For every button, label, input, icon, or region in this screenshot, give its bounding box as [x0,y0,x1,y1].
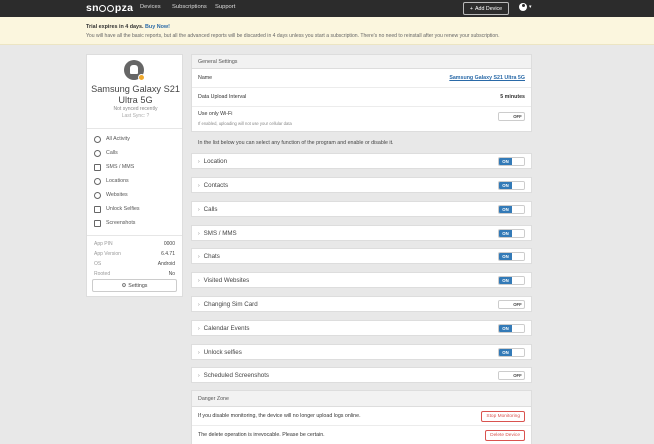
screenshots-toggle[interactable]: OFF [498,370,525,380]
info-row: Rooted No [94,271,175,277]
trial-banner: Trial expires in 4 days. Buy Now! You wi… [0,17,654,45]
trial-title: Trial expires in 4 days. [86,24,144,30]
feature-row-screenshots[interactable]: › Scheduled Screenshots OFF [191,367,532,383]
feature-row-contacts[interactable]: › Contacts ON [191,177,532,193]
globe-icon [94,191,101,199]
danger-zone-header: Danger Zone [192,391,531,407]
sync-status: Not synced recently [113,106,158,112]
add-device-label: Add Device [475,5,503,12]
sms-toggle[interactable]: ON [498,228,525,238]
gear-icon: ⚙ [121,282,127,289]
danger-zone: Danger Zone If you disable monitoring, t… [191,390,532,444]
wifi-only-row: Use only Wi-Fi If enabled, uploading wil… [192,107,531,131]
features-intro: In the list below you can select any fun… [198,140,394,146]
chevron-right-icon: › [198,372,200,379]
websites-toggle[interactable]: ON [498,275,525,285]
info-row: App PIN 0000 [94,241,175,247]
chats-toggle[interactable]: ON [498,251,525,261]
chevron-right-icon: › [198,182,200,189]
upload-interval-row: Data Upload Interval 5 minutes [192,88,531,107]
info-row: OS Android [94,261,175,267]
sidebar-item-unlock-selfies[interactable]: Unlock Selfies [87,202,182,216]
stop-monitoring-row: If you disable monitoring, the device wi… [192,407,531,426]
add-device-button[interactable]: + Add Device [463,2,509,15]
location-icon [94,177,101,185]
chevron-right-icon: › [198,230,200,237]
info-row: App Version 6.4.71 [94,251,175,257]
upload-interval-value[interactable]: 5 minutes [500,94,525,100]
location-toggle[interactable]: ON [498,156,525,166]
screen-icon [94,219,101,227]
chevron-right-icon: › [198,301,200,308]
calendar-toggle[interactable]: ON [498,323,525,333]
droid-shape [130,65,138,74]
buy-now-link[interactable]: Buy Now! [145,24,170,30]
delete-device-button[interactable]: Delete Device [485,429,525,441]
feature-row-chats[interactable]: › Chats ON [191,248,532,264]
contacts-toggle[interactable]: ON [498,180,525,190]
android-icon [124,60,145,81]
device-info: App PIN 0000 App Version 6.4.71 OS Android … [87,235,182,279]
chevron-right-icon: › [198,206,200,213]
general-settings-header: General Settings [192,55,531,69]
chevron-right-icon: › [198,277,200,284]
wifi-only-toggle[interactable]: OFF [498,112,525,121]
trial-message: You will have all the basic reports, but… [86,33,500,39]
nav-devices[interactable]: Devices [140,4,161,10]
chevron-right-icon: › [198,158,200,165]
general-settings-card: General Settings Name Samsung Galaxy S21… [191,54,532,132]
sidebar-item-all-activity[interactable]: All Activity [87,132,182,146]
nav-support[interactable]: Support [215,4,235,10]
message-icon [94,163,101,171]
unlock-selfies-toggle[interactable]: ON [498,347,525,357]
user-icon [519,3,527,11]
sidebar-item-locations[interactable]: Locations [87,174,182,188]
feature-row-sim-card[interactable]: › Changing Sim Card OFF [191,296,532,312]
sidebar-item-websites[interactable]: Websites [87,188,182,202]
name-row: Name Samsung Galaxy S21 Ultra 5G [192,69,531,88]
feature-row-location[interactable]: › Location ON [191,153,532,169]
sidebar-item-calls[interactable]: Calls [87,146,182,160]
feature-row-visited-websites[interactable]: › Visited Websites ON [191,272,532,288]
calls-toggle[interactable]: ON [498,204,525,214]
plus-icon: + [469,5,473,12]
feature-row-calls[interactable]: › Calls ON [191,201,532,217]
sim-card-toggle[interactable]: OFF [498,299,525,309]
caret-down-icon: ▾ [529,4,532,10]
device-sidebar: Samsung Galaxy S21 Ultra 5G Not synced r… [86,54,183,297]
delete-device-row: The delete operation is irrevocable. Ple… [192,426,531,444]
stop-monitoring-button[interactable]: Stop Monitoring [481,410,525,422]
sidebar-item-sms[interactable]: SMS / MMS [87,160,182,174]
chevron-right-icon: › [198,253,200,260]
clock-icon [94,135,101,143]
sidebar-item-screenshots[interactable]: Screenshots [87,216,182,230]
nav-subscriptions[interactable]: Subscriptions [172,4,207,10]
chevron-right-icon: › [198,325,200,332]
device-name-link[interactable]: Samsung Galaxy S21 Ultra 5G [449,75,525,81]
top-navbar: sn pza Devices Subscriptions Support + Ad… [0,0,654,17]
chevron-right-icon: › [198,349,200,356]
user-menu[interactable]: ▾ [519,3,532,11]
last-sync: Last Sync: ? [121,113,150,119]
feature-row-unlock-selfies[interactable]: › Unlock selfies ON [191,344,532,360]
feature-row-calendar[interactable]: › Calendar Events ON [191,320,532,336]
phone-icon [94,149,101,157]
feature-row-sms[interactable]: › SMS / MMS ON [191,225,532,241]
camera-icon [94,205,101,213]
device-name: Samsung Galaxy S21 Ultra 5G [91,84,180,105]
app-logo[interactable]: sn pza [86,2,133,14]
settings-button[interactable]: ⚙ Settings [92,279,177,292]
sidebar-menu: All Activity Calls SMS / MMS Locations W… [87,128,182,230]
warning-badge-icon [138,74,145,81]
